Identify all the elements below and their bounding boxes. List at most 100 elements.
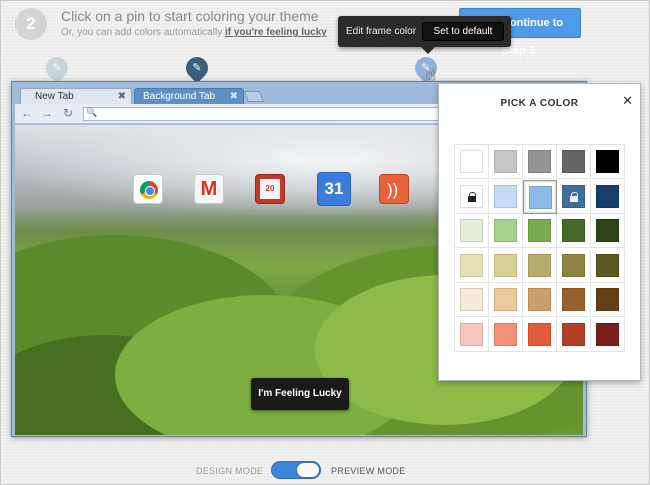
step-subtitle-text: Or, you can add colors automatically [61, 27, 223, 38]
color-swatch[interactable] [557, 248, 591, 283]
swatch-chip [460, 253, 483, 277]
gmail-icon-glyph: M [200, 178, 218, 200]
toggle-knob [297, 463, 319, 477]
swatch-chip [529, 185, 552, 209]
set-to-default-button[interactable]: Set to default [422, 22, 504, 41]
brush-icon: ✎ [52, 62, 62, 74]
swatch-chip [494, 288, 517, 311]
preview-mode-label[interactable]: PREVIEW MODE [331, 466, 406, 476]
swatch-chip [596, 288, 619, 311]
color-swatch[interactable] [455, 248, 489, 283]
color-swatch[interactable] [489, 145, 523, 179]
color-swatch[interactable] [557, 179, 591, 214]
gmail-icon[interactable]: M [194, 174, 224, 204]
swatch-chip [494, 322, 517, 346]
swatch-chip [562, 253, 585, 277]
color-swatch[interactable] [523, 214, 557, 248]
books-icon-glyph: 20 [260, 179, 280, 199]
tab-label: New Tab [35, 91, 74, 102]
swatch-chip [460, 150, 483, 173]
design-mode-label[interactable]: DESIGN MODE [196, 466, 263, 476]
mode-toggle[interactable] [271, 461, 321, 479]
color-swatch[interactable] [489, 283, 523, 317]
color-swatch[interactable] [455, 179, 489, 214]
search-icon: 🔍 [86, 107, 98, 117]
reload-icon[interactable]: ↻ [63, 106, 73, 120]
rss-icon[interactable]: )) [379, 174, 409, 204]
color-swatch[interactable] [557, 283, 591, 317]
tab-label: Background Tab [143, 91, 216, 102]
lock-icon [563, 186, 586, 209]
color-swatch[interactable] [557, 317, 591, 352]
swatch-chip [528, 288, 551, 311]
rss-icon-glyph: )) [387, 180, 399, 199]
swatch-chip [596, 184, 619, 208]
swatch-chip [528, 150, 551, 173]
brush-icon: ✎ [192, 62, 202, 74]
forward-arrow-icon[interactable]: → [41, 106, 53, 120]
color-swatch[interactable] [591, 283, 625, 317]
color-swatch[interactable] [455, 317, 489, 352]
color-swatch[interactable] [591, 179, 625, 214]
step-number-badge: 2 [15, 8, 47, 40]
new-tab-button[interactable] [243, 91, 265, 102]
color-swatch[interactable] [489, 179, 523, 214]
edit-frame-tooltip: Edit frame color Set to default [338, 16, 511, 54]
swatch-chip [494, 184, 517, 208]
pin-background-color[interactable]: ✎ [181, 52, 213, 84]
step-title: Click on a pin to start coloring your th… [61, 8, 319, 24]
color-swatch[interactable] [591, 214, 625, 248]
color-swatch[interactable] [591, 248, 625, 283]
swatch-grid [454, 144, 626, 352]
swatch-chip [562, 288, 585, 311]
swatch-chip [528, 253, 551, 277]
lock-icon [461, 186, 484, 209]
color-picker-panel: PICK A COLOR ✕ [438, 83, 641, 381]
swatch-chip [562, 322, 585, 346]
close-icon[interactable]: ✕ [622, 93, 633, 109]
tab-background-tab[interactable]: Background Tab ✖ [134, 88, 244, 104]
color-swatch[interactable] [523, 179, 557, 214]
swatch-chip [562, 219, 585, 242]
calendar-icon-glyph: 31 [324, 179, 344, 198]
color-swatch[interactable] [523, 317, 557, 352]
feeling-lucky-button[interactable]: I'm Feeling Lucky [251, 378, 349, 410]
swatch-chip [460, 219, 483, 242]
color-swatch[interactable] [557, 145, 591, 179]
color-swatch[interactable] [455, 214, 489, 248]
swatch-chip [528, 219, 551, 242]
color-swatch[interactable] [591, 317, 625, 352]
back-arrow-icon[interactable]: ← [21, 106, 33, 120]
chrome-web-store-icon[interactable] [133, 174, 163, 204]
color-swatch[interactable] [557, 214, 591, 248]
color-swatch[interactable] [489, 248, 523, 283]
color-swatch[interactable] [455, 283, 489, 317]
swatch-chip [562, 184, 586, 209]
tab-close-icon[interactable]: ✖ [230, 89, 238, 105]
tooltip-label: Edit frame color [346, 26, 417, 37]
tab-close-icon[interactable]: ✖ [118, 89, 126, 105]
swatch-chip [494, 150, 517, 173]
color-swatch[interactable] [489, 317, 523, 352]
swatch-chip [562, 150, 585, 173]
color-swatch[interactable] [523, 145, 557, 179]
color-swatch[interactable] [455, 145, 489, 179]
calendar-icon[interactable]: 31 [317, 172, 351, 206]
swatch-chip [460, 288, 483, 311]
pin-tab-color[interactable]: ✎ [41, 52, 73, 84]
picker-title: PICK A COLOR [500, 98, 579, 109]
step-subtitle: Or, you can add colors automatically if … [61, 27, 327, 38]
tab-new-tab[interactable]: New Tab ✖ [20, 88, 132, 104]
swatch-chip [528, 322, 551, 346]
swatch-chip [596, 150, 619, 173]
tooltip-arrow [421, 47, 435, 54]
books-icon[interactable]: 20 [255, 174, 285, 204]
color-swatch[interactable] [591, 145, 625, 179]
color-swatch[interactable] [523, 248, 557, 283]
color-swatch[interactable] [489, 214, 523, 248]
color-swatch[interactable] [523, 283, 557, 317]
swatch-chip [494, 219, 517, 242]
feeling-lucky-link[interactable]: if you're feeling lucky [225, 27, 327, 38]
swatch-chip [494, 253, 517, 277]
swatch-chip [460, 322, 483, 346]
